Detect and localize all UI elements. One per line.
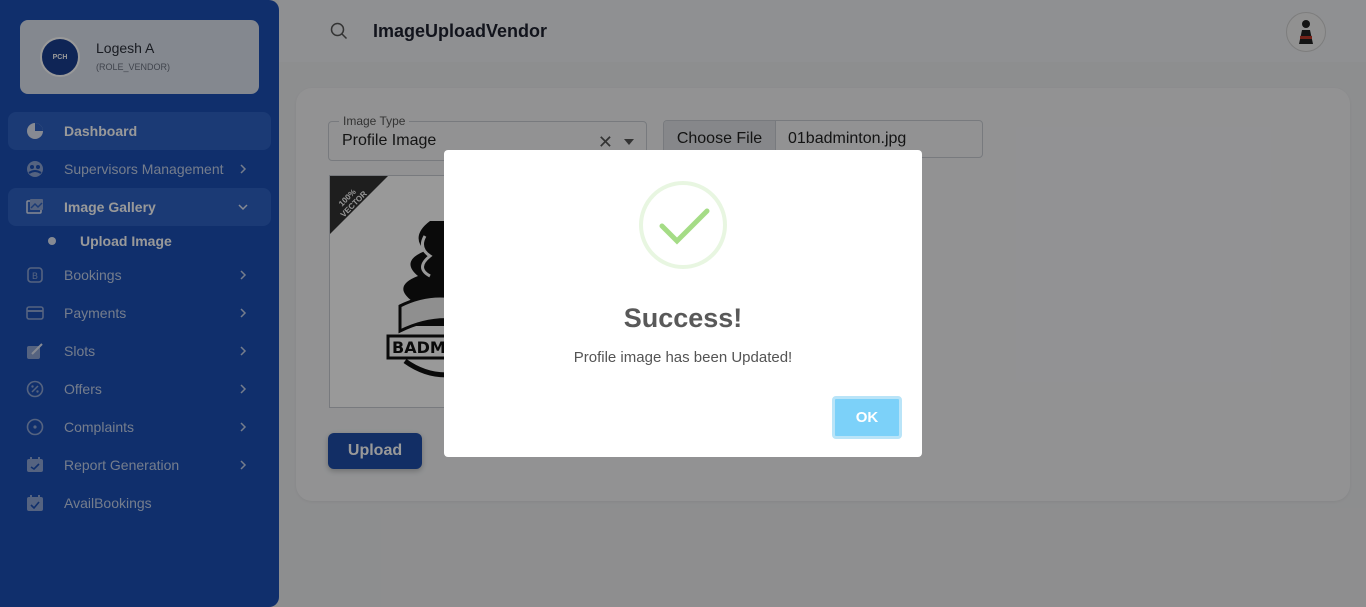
dialog-title: Success! (623, 303, 743, 333)
success-check-icon (639, 181, 727, 269)
dialog-message: Profile image has been Updated! (573, 349, 793, 366)
success-dialog: Success! Profile image has been Updated!… (444, 150, 922, 457)
ok-button[interactable]: OK (832, 396, 902, 439)
